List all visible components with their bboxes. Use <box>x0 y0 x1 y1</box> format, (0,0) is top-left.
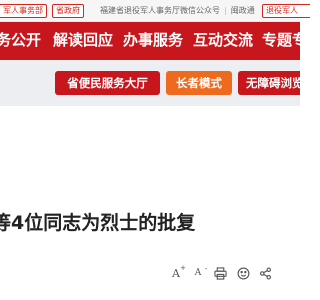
eye-care-icon[interactable] <box>233 263 253 283</box>
veterans-affairs-tag[interactable]: 军人事务部 <box>0 4 47 18</box>
font-increase-sign: + <box>180 263 186 272</box>
accessible-browse-button[interactable]: 无障碍浏览 <box>238 71 300 95</box>
wechat-link[interactable]: 福建省退役军人事务厅微信公众号 <box>100 6 220 15</box>
article-title: 等4位同志为烈士的批复 <box>0 212 196 234</box>
font-decrease-icon[interactable]: A- <box>188 263 208 283</box>
top-info-bar: 军人事务部 省政府 福建省退役军人事务厅微信公众号 | 闽政通 退役军人 <box>0 0 310 22</box>
service-strip: 省便民服务大厅 长者模式 无障碍浏览 <box>0 60 300 106</box>
font-increase-icon[interactable]: A + <box>166 263 186 283</box>
share-icon[interactable] <box>255 263 275 283</box>
print-icon[interactable] <box>210 263 230 283</box>
mintong-link[interactable]: 闽政通 <box>231 6 255 15</box>
topbar-separator: | <box>224 6 227 15</box>
veterans-tag-right[interactable]: 退役军人 <box>262 4 310 18</box>
elderly-mode-button[interactable]: 长者模式 <box>166 71 232 95</box>
service-hall-button[interactable]: 省便民服务大厅 <box>55 71 160 95</box>
font-increase-glyph: A <box>172 266 180 280</box>
nav-item-topics[interactable]: 专题专 <box>262 30 300 50</box>
nav-item-public-affairs[interactable]: 务公开 <box>0 30 41 50</box>
nav-item-interaction[interactable]: 互动交流 <box>193 30 253 50</box>
province-gov-tag[interactable]: 省政府 <box>52 4 84 18</box>
font-decrease-glyph: A <box>194 268 202 278</box>
nav-item-services[interactable]: 办事服务 <box>123 30 183 50</box>
nav-item-interpretation[interactable]: 解读回应 <box>53 30 113 50</box>
main-nav: 务公开 解读回应 办事服务 互动交流 专题专 <box>0 22 300 60</box>
font-decrease-sign: - <box>204 265 208 273</box>
topbar-links: 福建省退役军人事务厅微信公众号 | 闽政通 <box>100 5 255 16</box>
